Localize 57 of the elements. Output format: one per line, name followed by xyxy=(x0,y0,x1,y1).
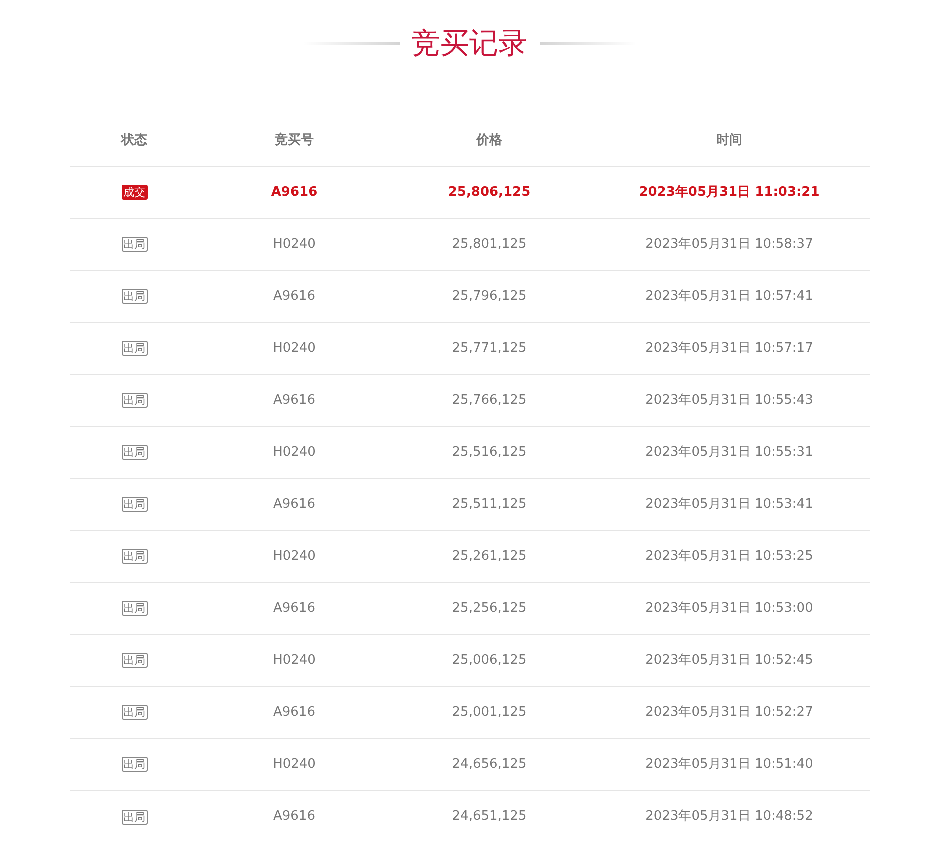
status-badge: 出局 xyxy=(122,757,148,772)
column-header: 价格 xyxy=(476,132,502,150)
bid-time: 2023年05月31日 10:57:41 xyxy=(646,288,814,306)
bid-price: 25,001,125 xyxy=(452,704,527,722)
status-badge: 成交 xyxy=(122,185,148,200)
bidder-number: H0240 xyxy=(273,756,316,774)
status-badge: 出局 xyxy=(122,237,148,252)
bid-price: 25,796,125 xyxy=(452,288,527,306)
bid-price: 25,516,125 xyxy=(452,444,527,462)
status-badge: 出局 xyxy=(122,393,148,408)
bidder-number: H0240 xyxy=(273,652,316,670)
bid-price: 24,656,125 xyxy=(452,756,527,774)
bid-price: 24,651,125 xyxy=(452,808,527,826)
bid-price: 25,766,125 xyxy=(452,392,527,410)
page-title: 竞买记录 xyxy=(412,29,528,58)
bidder-number: H0240 xyxy=(273,340,316,358)
bid-price: 25,801,125 xyxy=(452,236,527,254)
status-badge: 出局 xyxy=(122,549,148,564)
bid-time: 2023年05月31日 10:51:40 xyxy=(646,756,814,774)
bid-time: 2023年05月31日 10:52:45 xyxy=(646,652,814,670)
bid-time: 2023年05月31日 10:53:00 xyxy=(646,600,814,618)
status-badge: 出局 xyxy=(122,289,148,304)
column-header: 竞买号 xyxy=(275,132,314,150)
bidder-number: H0240 xyxy=(273,236,316,254)
bidder-number: A9616 xyxy=(271,184,318,202)
bid-price: 25,256,125 xyxy=(452,600,527,618)
status-badge: 出局 xyxy=(122,601,148,616)
bidder-number: H0240 xyxy=(273,444,316,462)
bidder-number: A9616 xyxy=(274,392,316,410)
bid-time: 2023年05月31日 10:58:37 xyxy=(646,236,814,254)
bidder-number: A9616 xyxy=(274,600,316,618)
bid-price: 25,006,125 xyxy=(452,652,527,670)
column-header: 时间 xyxy=(716,132,742,150)
bidder-number: A9616 xyxy=(274,496,316,514)
bid-time: 2023年05月31日 10:53:25 xyxy=(646,548,814,566)
bid-price: 25,771,125 xyxy=(452,340,527,358)
bidder-number: A9616 xyxy=(274,704,316,722)
bid-price: 25,261,125 xyxy=(452,548,527,566)
bid-time: 2023年05月31日 10:52:27 xyxy=(646,704,814,722)
bid-time: 2023年05月31日 11:03:21 xyxy=(639,184,820,202)
bid-time: 2023年05月31日 10:57:17 xyxy=(646,340,814,358)
status-badge: 出局 xyxy=(122,705,148,720)
bid-time: 2023年05月31日 10:55:31 xyxy=(646,444,814,462)
status-badge: 出局 xyxy=(122,653,148,668)
status-badge: 出局 xyxy=(122,445,148,460)
bid-time: 2023年05月31日 10:48:52 xyxy=(646,808,814,826)
bidder-number: H0240 xyxy=(273,548,316,566)
bid-price: 25,511,125 xyxy=(452,496,527,514)
bidder-number: A9616 xyxy=(274,808,316,826)
bid-price: 25,806,125 xyxy=(448,184,531,202)
bid-time: 2023年05月31日 10:53:41 xyxy=(646,496,814,514)
status-badge: 出局 xyxy=(122,497,148,512)
column-header: 状态 xyxy=(122,132,148,150)
bidder-number: A9616 xyxy=(274,288,316,306)
status-badge: 出局 xyxy=(122,341,148,356)
bid-time: 2023年05月31日 10:55:43 xyxy=(646,392,814,410)
status-badge: 出局 xyxy=(122,810,148,824)
